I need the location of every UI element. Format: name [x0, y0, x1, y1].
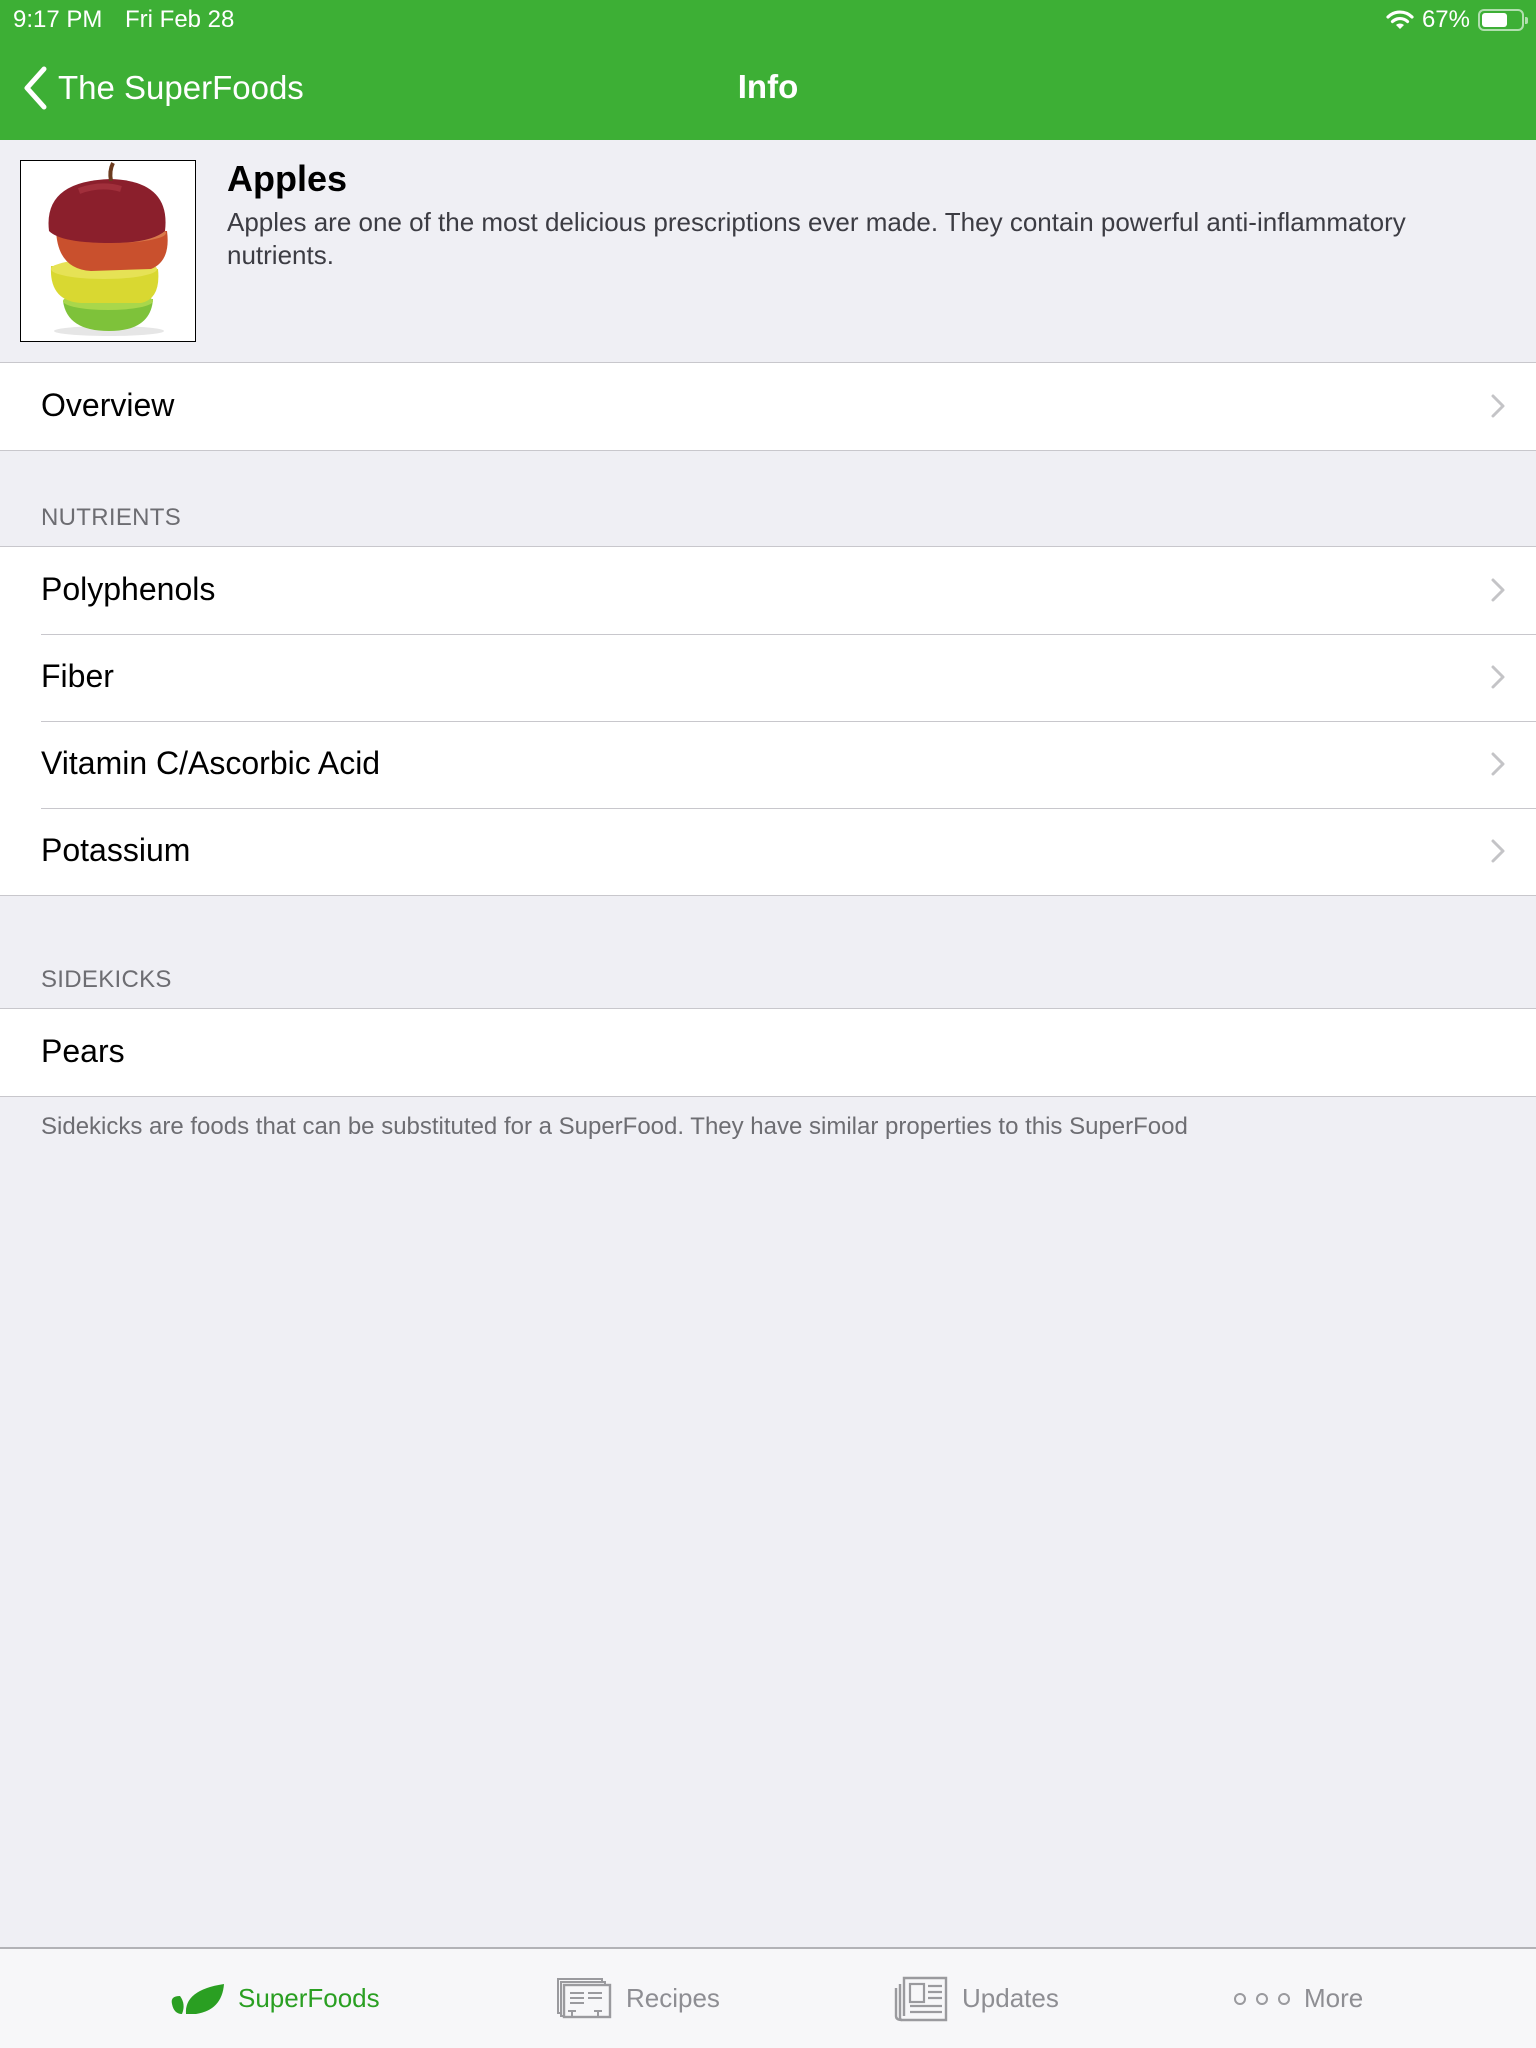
sidekicks-footer-note: Sidekicks are foods that can be substitu…	[41, 1113, 1188, 1140]
nutrient-label: Fiber	[41, 658, 114, 694]
nutrient-label: Vitamin C/Ascorbic Acid	[41, 745, 381, 781]
battery-percent: 67%	[1421, 6, 1470, 33]
nutrient-label: Polyphenols	[41, 571, 216, 607]
nutrient-row-potassium[interactable]: Potassium	[0, 808, 1536, 895]
nutrients-group: Polyphenols Fiber Vitamin C/Ascorbic Aci…	[0, 546, 1536, 896]
tab-label: Recipes	[626, 1983, 720, 2013]
apple-slices-image	[20, 160, 196, 342]
leaf-icon	[171, 1983, 224, 2014]
chevron-right-icon	[1491, 665, 1505, 689]
tab-label: Updates	[962, 1983, 1059, 2013]
food-description: Apples are one of the most delicious pre…	[227, 207, 1406, 270]
recipe-cards-icon	[557, 1977, 612, 2018]
sidekicks-section-header: SIDEKICKS	[41, 966, 172, 993]
nutrient-row-fiber[interactable]: Fiber	[0, 634, 1536, 721]
tab-bar: SuperFoods Recipes Updates More	[0, 1947, 1536, 2048]
nutrient-row-polyphenols[interactable]: Polyphenols	[0, 547, 1536, 634]
overview-label: Overview	[41, 387, 175, 423]
tab-more[interactable]: More	[1232, 1949, 1363, 2048]
navigation-header: 9:17 PM Fri Feb 28 67% The SuperFoods In…	[0, 0, 1536, 140]
status-date: Fri Feb 28	[125, 6, 235, 33]
page-title: Info	[737, 68, 799, 105]
nutrients-section-header: NUTRIENTS	[41, 504, 182, 531]
overview-group: Overview	[0, 362, 1536, 451]
status-bar: 9:17 PM Fri Feb 28 67%	[0, 0, 1536, 40]
battery-level	[1482, 13, 1508, 27]
sidekick-row-pears[interactable]: Pears	[0, 1009, 1536, 1096]
more-dots-icon	[1234, 1992, 1290, 2005]
sidekick-label: Pears	[41, 1033, 125, 1069]
sidekicks-group: Pears	[0, 1008, 1536, 1097]
tab-label: SuperFoods	[238, 1983, 380, 2013]
tab-recipes[interactable]: Recipes	[556, 1949, 720, 2048]
overview-row[interactable]: Overview	[0, 363, 1536, 450]
tab-superfoods[interactable]: SuperFoods	[168, 1949, 380, 2048]
apple-illustration	[48, 162, 168, 336]
status-indicators: 67%	[1386, 6, 1528, 34]
chevron-right-icon	[1491, 578, 1505, 602]
food-header: Apples Apples are one of the most delici…	[0, 140, 1536, 362]
nutrient-label: Potassium	[41, 832, 191, 868]
chevron-right-icon	[1491, 394, 1505, 418]
newspaper-icon	[894, 1976, 948, 2021]
battery-tip	[1525, 17, 1528, 24]
wifi-icon	[1386, 10, 1414, 29]
battery-icon	[1478, 9, 1528, 31]
chevron-right-icon	[1491, 839, 1505, 863]
food-name: Apples	[227, 158, 348, 199]
chevron-right-icon	[1491, 752, 1505, 776]
tab-label: More	[1304, 1983, 1364, 2013]
tab-updates[interactable]: Updates	[892, 1949, 1059, 2048]
status-time: 9:17 PM	[13, 6, 103, 33]
nutrient-row-vitamin-c[interactable]: Vitamin C/Ascorbic Acid	[0, 721, 1536, 808]
